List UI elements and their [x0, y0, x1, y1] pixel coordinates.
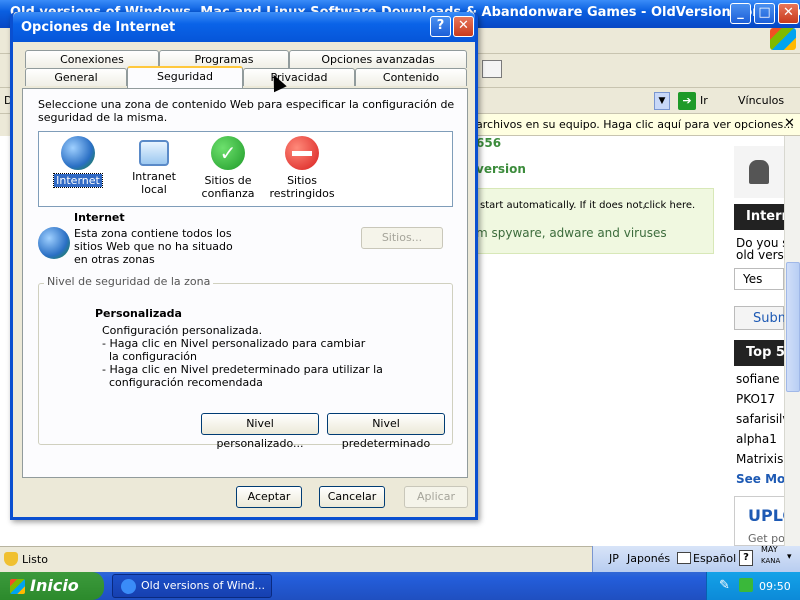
keyboard-icon	[677, 552, 691, 564]
zone-internet-label: Internet	[53, 173, 103, 188]
security-tab-panel: Seleccione una zona de contenido Web par…	[22, 88, 468, 478]
download-notice	[470, 188, 714, 254]
keyboard-layout[interactable]: Español	[693, 552, 736, 565]
start-button[interactable]: Inicio	[0, 572, 104, 600]
level-line-5: configuración recomendada	[102, 376, 263, 389]
help-icon[interactable]: ?	[739, 550, 753, 566]
security-shield-icon	[4, 552, 18, 566]
status-text: Listo	[22, 553, 48, 566]
dialog-title-bar[interactable]: Opciones de Internet	[13, 12, 475, 42]
android-icon	[734, 146, 784, 198]
selected-zone-title: Internet	[74, 211, 125, 224]
internet-poll-heading: Intern	[734, 204, 791, 230]
spyware-text: m spyware, adware and viruses	[476, 226, 667, 240]
dialog-title: Opciones de Internet	[21, 20, 176, 35]
help-button[interactable]: ?	[430, 16, 451, 37]
tools-icon[interactable]: ✎	[719, 578, 735, 594]
links-button[interactable]: Vínculos	[738, 94, 784, 107]
uploader-1[interactable]: sofiane	[736, 372, 780, 386]
custom-level-button[interactable]: Nivel personalizado...	[201, 413, 319, 450]
tab-contenido[interactable]: Contenido	[355, 68, 467, 86]
start-label: Inicio	[30, 576, 79, 595]
taskbar-window-button[interactable]: Old versions of Wind...	[112, 574, 272, 598]
security-level-name: Personalizada	[95, 307, 182, 320]
zone-internet[interactable]: Internet	[41, 136, 115, 188]
taskbar-window-label: Old versions of Wind...	[141, 579, 265, 592]
zone-list: Internet Intranet local ✓ Sitios de conf…	[38, 131, 453, 207]
tab-opciones-avanzadas[interactable]: Opciones avanzadas	[289, 50, 467, 68]
upload-subtext: Get po	[748, 532, 785, 545]
dialog-close-button[interactable]: ✕	[453, 16, 474, 37]
language-code: JP	[609, 552, 619, 565]
sites-button[interactable]: Sitios...	[361, 227, 443, 249]
apply-button[interactable]: Aplicar	[404, 486, 468, 508]
download-count: 656	[476, 136, 502, 150]
click-here-link[interactable]: click here.	[644, 200, 695, 211]
auto-start-text: start automatically. If it does not,	[480, 200, 646, 211]
zone-intranet-label: Intranet local	[132, 170, 176, 196]
uploader-2[interactable]: PKO17	[736, 392, 775, 406]
level-line-1: Configuración personalizada.	[102, 324, 263, 337]
level-line-4: - Haga clic en Nivel predeterminado para…	[102, 363, 383, 376]
zone-instructions: Seleccione una zona de contenido Web par…	[38, 98, 455, 124]
cancel-button[interactable]: Cancelar	[319, 486, 385, 508]
go-arrow-icon[interactable]: ➔	[678, 92, 696, 110]
zone-restricted-label: Sitios restringidos	[269, 174, 335, 200]
zone-intranet-local[interactable]: Intranet local	[117, 136, 191, 196]
address-dropdown-button[interactable]: ▼	[654, 92, 670, 110]
default-level-button[interactable]: Nivel predeterminado	[327, 413, 445, 450]
network-computer-icon	[139, 140, 169, 166]
language-bar[interactable]: JP Japonés Español ? MAY KANA ▾	[592, 545, 800, 572]
uploader-4[interactable]: alpha1	[736, 432, 777, 446]
uploader-3[interactable]: safarisilv	[736, 412, 789, 426]
top-uploaders-heading: Top 5	[734, 340, 786, 366]
print-icon[interactable]	[482, 60, 502, 78]
ime-mode-bottom: KANA	[761, 557, 781, 565]
language-name[interactable]: Japonés	[627, 552, 670, 565]
poll-question-line2: old versi	[736, 248, 788, 262]
clock: 09:50	[759, 580, 791, 593]
minimize-button[interactable]: _	[730, 3, 751, 24]
go-button[interactable]: Ir	[700, 94, 708, 107]
no-entry-icon	[285, 136, 319, 170]
system-tray: ✎ 09:50	[706, 572, 800, 600]
zone-trusted-label: Sitios de confianza	[201, 174, 255, 200]
internet-options-dialog: Opciones de Internet ? ✕ Conexiones Prog…	[10, 12, 478, 520]
browser-close-button[interactable]: ✕	[778, 3, 799, 24]
tab-seguridad[interactable]: Seguridad	[127, 66, 243, 88]
tab-privacidad[interactable]: Privacidad	[243, 68, 355, 86]
start-windows-icon	[10, 579, 25, 594]
page-scrollbar[interactable]	[784, 136, 800, 546]
tab-general[interactable]: General	[25, 68, 127, 86]
language-bar-options-icon[interactable]: ▾	[787, 552, 792, 562]
poll-yes-option[interactable]: Yes	[734, 268, 784, 290]
globe-icon	[61, 136, 95, 170]
selected-zone-description: Esta zona contiene todos los sitios Web …	[74, 227, 233, 266]
information-bar[interactable]: archivos en su equipo. Haga clic aquí pa…	[470, 114, 800, 136]
security-level-group-label: Nivel de seguridad de la zona	[44, 275, 214, 288]
level-line-3: la configuración	[102, 350, 197, 363]
selected-zone-globe-icon	[38, 227, 70, 259]
information-bar-text: archivos en su equipo. Haga clic aquí pa…	[476, 118, 794, 131]
maximize-button[interactable]: □	[754, 3, 775, 24]
ok-button[interactable]: Aceptar	[236, 486, 302, 508]
ime-mode-top: MAY	[761, 545, 778, 554]
zone-restricted-sites[interactable]: Sitios restringidos	[265, 136, 339, 200]
zone-trusted-sites[interactable]: ✓ Sitios de confianza	[191, 136, 265, 200]
network-icon[interactable]	[739, 578, 753, 592]
windows-logo-icon	[770, 28, 796, 50]
poll-submit-button[interactable]: Subm	[734, 306, 790, 330]
level-line-2: - Haga clic en Nivel personalizado para …	[102, 337, 366, 350]
ie-icon	[121, 579, 136, 594]
info-bar-close-icon[interactable]: ✕	[784, 116, 795, 131]
version-heading: version	[476, 162, 526, 176]
check-icon: ✓	[211, 136, 245, 170]
